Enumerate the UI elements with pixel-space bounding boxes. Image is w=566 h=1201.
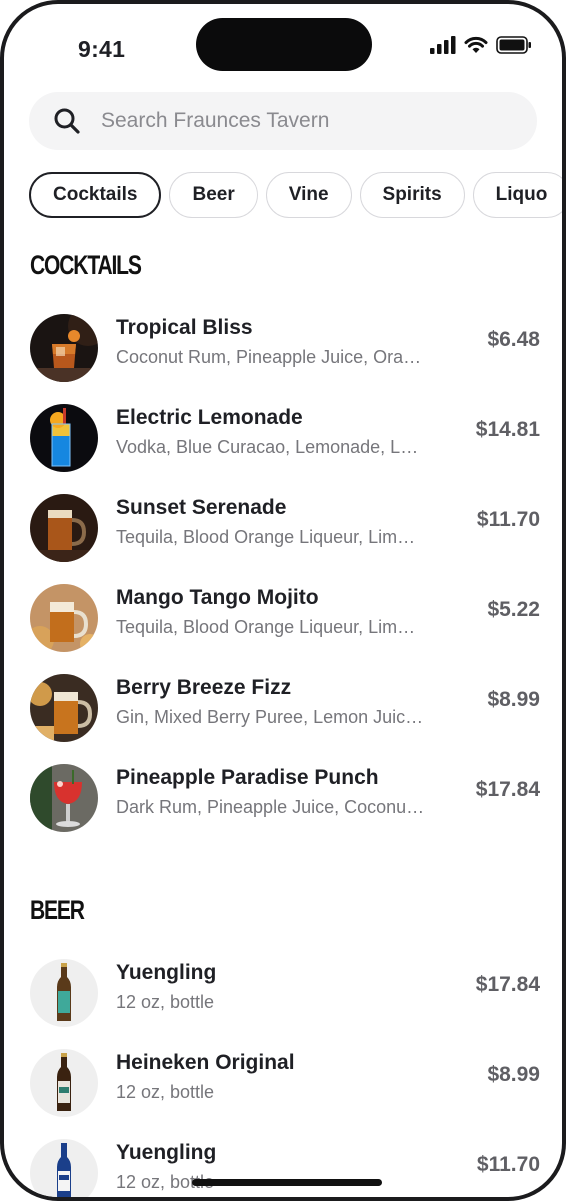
item-description: Tequila, Blood Orange Liqueur, Lim…	[116, 617, 416, 637]
item-price: $17.84	[475, 778, 540, 801]
item-name: Heineken Original	[116, 1051, 295, 1074]
beer-bottle-thumbnail	[30, 1049, 98, 1117]
menu-item-row[interactable]: Electric Lemonade Vodka, Blue Curacao, L…	[30, 398, 540, 478]
item-description: Coconut Rum, Pineapple Juice, Ora…	[116, 347, 422, 367]
beer-bottle-thumbnail	[30, 1139, 98, 1197]
search-bar[interactable]	[29, 92, 537, 150]
menu-item-row[interactable]: Pineapple Paradise Punch Dark Rum, Pinea…	[30, 758, 540, 838]
menu-item-row[interactable]: Mango Tango Mojito Tequila, Blood Orange…	[30, 578, 540, 658]
chip-vine[interactable]: Vine	[265, 172, 352, 218]
category-chips: Cocktails Beer Vine Spirits Liquo	[29, 172, 562, 218]
item-description: Gin, Mixed Berry Puree, Lemon Juic…	[116, 707, 424, 727]
item-name: Pineapple Paradise Punch	[116, 766, 379, 789]
section-title-cocktails: COCKTAILS	[30, 250, 142, 280]
menu-item-row[interactable]: Berry Breeze Fizz Gin, Mixed Berry Puree…	[30, 668, 540, 748]
battery-icon	[496, 36, 531, 54]
item-price: $8.99	[487, 1063, 540, 1086]
beer-bottle-thumbnail	[30, 959, 98, 1027]
item-description: 12 oz, bottle	[116, 1082, 215, 1102]
section-title-beer: BEER	[30, 895, 85, 925]
drink-thumbnail	[30, 494, 98, 562]
chip-beer[interactable]: Beer	[169, 172, 258, 218]
item-price: $11.70	[476, 1153, 540, 1176]
status-icons	[430, 36, 532, 54]
drink-thumbnail	[30, 584, 98, 652]
item-name: Yuengling	[116, 961, 217, 984]
item-price: $5.22	[487, 598, 540, 621]
wifi-icon	[464, 36, 488, 53]
phone-frame: 9:41 Cocktails Beer Vine Spir	[0, 0, 566, 1201]
chip-liquor[interactable]: Liquo	[472, 172, 562, 218]
item-name: Tropical Bliss	[116, 316, 253, 339]
item-name: Sunset Serenade	[116, 496, 287, 519]
menu-item-row[interactable]: Heineken Original 12 oz, bottle $8.99	[30, 1043, 540, 1123]
search-input[interactable]	[101, 109, 501, 133]
item-name: Mango Tango Mojito	[116, 586, 319, 609]
drink-thumbnail	[30, 674, 98, 742]
home-indicator[interactable]	[192, 1179, 382, 1186]
menu-item-row[interactable]: Tropical Bliss Coconut Rum, Pineapple Ju…	[30, 308, 540, 388]
item-description: Tequila, Blood Orange Liqueur, Lim…	[116, 527, 416, 547]
item-price: $6.48	[487, 328, 540, 351]
item-description: Vodka, Blue Curacao, Lemonade, L…	[116, 437, 419, 457]
drink-thumbnail	[30, 404, 98, 472]
item-price: $14.81	[475, 418, 540, 441]
signal-icon	[430, 36, 456, 54]
item-price: $11.70	[476, 508, 540, 531]
menu-item-row[interactable]: Yuengling 12 oz, bottle $17.84	[30, 953, 540, 1033]
chip-spirits[interactable]: Spirits	[359, 172, 465, 218]
menu-item-row[interactable]: Sunset Serenade Tequila, Blood Orange Li…	[30, 488, 540, 568]
search-icon	[54, 108, 80, 134]
item-price: $17.84	[475, 973, 540, 996]
item-price: $8.99	[487, 688, 540, 711]
drink-thumbnail	[30, 764, 98, 832]
item-name: Yuengling	[116, 1141, 217, 1164]
chip-cocktails[interactable]: Cocktails	[29, 172, 162, 218]
item-name: Electric Lemonade	[116, 406, 303, 429]
item-name: Berry Breeze Fizz	[116, 676, 292, 699]
item-description: 12 oz, bottle	[116, 992, 215, 1012]
drink-thumbnail	[30, 314, 98, 382]
item-description: Dark Rum, Pineapple Juice, Coconu…	[116, 797, 425, 817]
menu-item-row[interactable]: Yuengling 12 oz, bottle $11.70	[30, 1133, 540, 1197]
status-time: 9:41	[78, 36, 126, 62]
dynamic-island	[196, 18, 372, 71]
